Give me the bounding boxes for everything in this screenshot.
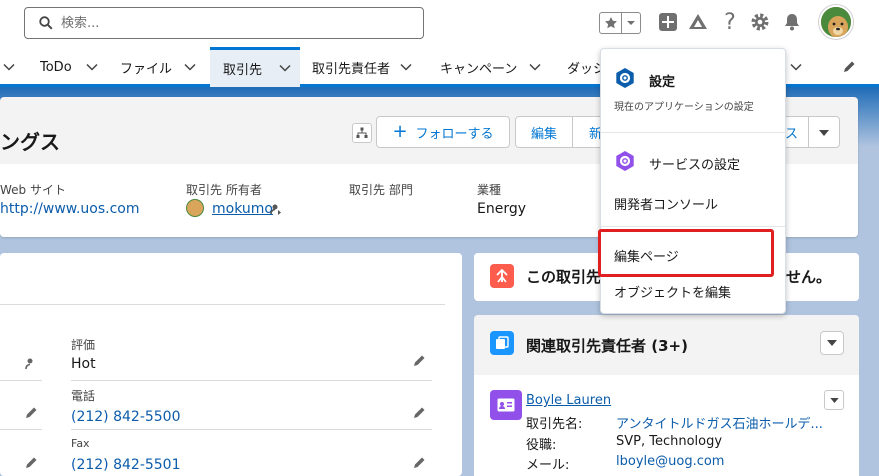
search-input[interactable] [61,14,411,32]
favorites-chevron-down-icon[interactable] [622,13,640,33]
search-icon [39,16,53,34]
chevron-down-icon[interactable] [400,60,412,75]
detail-panel [0,253,462,476]
email-label: メール: [526,458,570,473]
divider [71,380,432,381]
change-owner-icon[interactable] [24,357,38,371]
bell-icon[interactable] [780,10,804,34]
pencil-icon[interactable] [24,456,38,470]
menu-item-edit-object[interactable]: オブジェクトを編集 [614,282,731,301]
account-name-label: 取引先名: [526,417,583,432]
field-value-phone[interactable]: (212) 842-5500 [71,409,181,425]
chevron-down-icon[interactable] [279,61,291,76]
tab-accounts[interactable]: 取引先 [210,47,300,87]
nav-more-chevron-icon[interactable] [790,60,802,75]
card-menu-button[interactable] [820,331,844,355]
divider [0,380,42,381]
field-label-phone: 電話 [71,389,96,403]
setup-gear-icon [614,67,636,93]
alert-card-title: この取引先 [526,268,602,286]
plus-icon: + [392,121,408,142]
field-value-fax[interactable]: (212) 842-5501 [71,457,181,473]
field-label-rating: 評価 [71,338,96,352]
hierarchy-icon[interactable] [352,123,372,143]
tab-files[interactable]: ファイル [120,47,196,87]
tab-label: キャンペーン [440,61,518,77]
alert-icon [490,264,514,288]
tab-contacts[interactable]: 取引先責任者 [312,47,412,87]
menu-item-settings[interactable]: 設定 [649,71,675,90]
menu-item-service-settings[interactable]: サービスの設定 [649,154,740,173]
menu-divider [601,132,785,133]
user-avatar[interactable] [819,5,853,39]
record-title: ングス [0,130,60,154]
contact-name-link[interactable]: Boyle Lauren [526,393,611,408]
pencil-icon[interactable] [412,406,426,420]
trailhead-icon[interactable] [686,10,710,34]
pencil-icon[interactable] [412,456,426,470]
follow-label: フォローする [415,126,494,142]
divider [71,429,432,430]
job-title-value: SVP, Technology [616,434,723,449]
pencil-icon[interactable] [24,406,38,420]
contacts-card-icon [490,331,514,355]
service-gear-icon [614,150,636,176]
field-label-website: Web サイト [0,183,66,197]
alert-card-title-suffix: せん。 [786,268,832,286]
star-icon[interactable] [600,13,622,33]
global-search[interactable] [24,7,424,39]
menu-item-settings-sub[interactable]: 現在のアプリケーションの設定 [614,98,754,113]
menu-item-developer-console[interactable]: 開発者コンソール [614,194,718,213]
menu-divider [601,226,785,227]
field-value-industry: Energy [477,201,527,217]
new-button[interactable]: 新 [572,116,602,148]
field-value-owner[interactable]: mokumo [212,201,273,217]
divider [0,429,42,430]
tab-label: 取引先責任者 [312,61,391,77]
account-name-value[interactable]: アンタイトルドガス石油ホールデ... [616,413,823,432]
contact-icon [490,390,522,420]
field-value-rating: Hot [71,356,96,372]
field-label-industry: 業種 [477,183,502,197]
chevron-down-icon[interactable] [529,60,541,75]
owner-avatar [186,199,204,217]
tab-campaigns[interactable]: キャンペーン [440,47,541,87]
other-label: ス [785,126,799,142]
divider [0,304,445,305]
favorites-group [599,12,641,34]
edit-nav-pencil-icon[interactable] [842,60,856,78]
chevron-down-icon [819,125,829,140]
help-icon[interactable]: ? [718,10,742,35]
highlight-box [598,229,774,277]
field-label-division: 取引先 部門 [349,183,413,197]
change-owner-icon[interactable] [270,203,282,219]
gear-icon[interactable] [748,10,772,34]
field-value-website[interactable]: http://www.uos.com [0,201,140,217]
chevron-down-icon[interactable] [184,60,196,75]
tab-todo[interactable]: ToDo [40,47,98,87]
field-label-fax: Fax [71,437,90,450]
plus-icon[interactable] [656,10,680,34]
follow-button[interactable]: + フォローする [376,116,510,148]
edit-button[interactable]: 編集 [515,116,573,148]
email-value[interactable]: lboyle@uog.com [616,454,724,469]
job-title-label: 役職: [526,438,557,453]
pencil-icon[interactable] [412,354,426,368]
related-contacts-title[interactable]: 関連取引先責任者 (3+) [526,335,688,356]
edit-label: 編集 [530,126,557,142]
tab-label: ToDo [40,59,72,75]
tab-label: 取引先 [223,63,263,78]
actions-dropdown-button[interactable] [808,116,840,148]
chevron-down-icon[interactable] [86,60,98,75]
nav-chevron-down-icon[interactable] [3,60,15,75]
field-label-owner: 取引先 所有者 [186,183,262,197]
contact-row-menu-button[interactable] [824,390,844,410]
tab-label: ファイル [120,61,173,77]
